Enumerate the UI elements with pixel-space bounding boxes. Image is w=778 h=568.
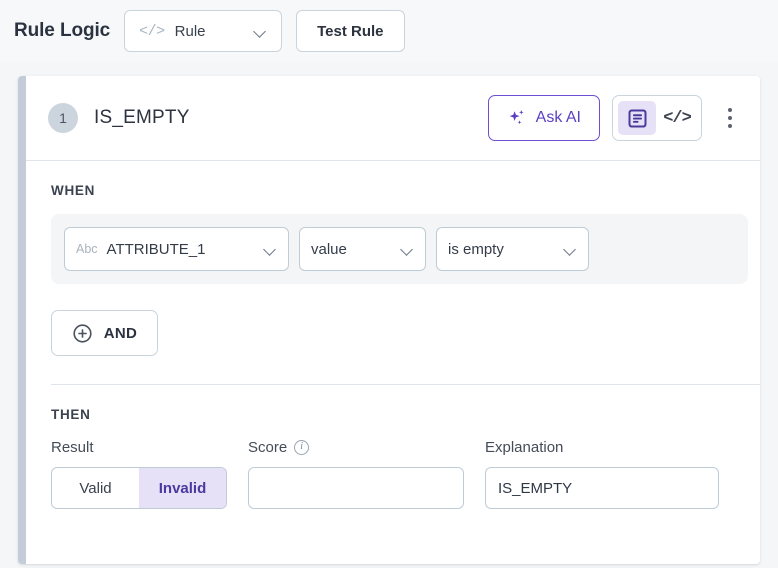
kebab-dot bbox=[728, 108, 732, 112]
when-label: WHEN bbox=[51, 183, 730, 198]
result-segmented-control: Valid Invalid bbox=[51, 467, 227, 509]
explanation-label: Explanation bbox=[485, 438, 719, 456]
rule-type-select[interactable]: </> Rule bbox=[124, 10, 282, 52]
kebab-menu-icon[interactable] bbox=[714, 98, 746, 138]
condition-attribute-select[interactable]: Abc ATTRIBUTE_1 bbox=[64, 227, 289, 271]
rule-card-accent-bar bbox=[18, 76, 26, 564]
ask-ai-button[interactable]: Ask AI bbox=[488, 95, 600, 141]
then-fields-grid: Result Valid Invalid Score i Explanation bbox=[51, 438, 730, 509]
condition-property-value: value bbox=[311, 241, 392, 258]
kebab-dot bbox=[728, 116, 732, 120]
test-rule-button[interactable]: Test Rule bbox=[296, 10, 404, 52]
rule-step-badge: 1 bbox=[48, 103, 78, 133]
rule-type-select-value: Rule bbox=[175, 23, 244, 40]
score-label: Score i bbox=[248, 438, 464, 456]
chevron-down-icon bbox=[564, 245, 577, 253]
code-icon: </> bbox=[663, 109, 691, 128]
code-icon: </> bbox=[139, 23, 165, 40]
rule-name: IS_EMPTY bbox=[94, 107, 190, 129]
score-field-group: Score i bbox=[248, 438, 464, 509]
chevron-down-icon bbox=[254, 27, 267, 35]
rule-card: 1 IS_EMPTY Ask AI bbox=[18, 76, 760, 564]
view-mode-toggle-group: </> bbox=[612, 95, 702, 141]
info-icon[interactable]: i bbox=[294, 440, 309, 455]
page-title: Rule Logic bbox=[14, 20, 110, 42]
code-view-toggle[interactable]: </> bbox=[658, 101, 696, 135]
explanation-field-group: Explanation bbox=[485, 438, 719, 509]
form-view-toggle[interactable] bbox=[618, 101, 656, 135]
score-input[interactable] bbox=[248, 467, 464, 509]
then-section: THEN Result Valid Invalid Score i Explan… bbox=[18, 385, 760, 535]
when-section: WHEN Abc ATTRIBUTE_1 value is empty bbox=[18, 161, 760, 384]
condition-property-select[interactable]: value bbox=[299, 227, 426, 271]
condition-operator-select[interactable]: is empty bbox=[436, 227, 589, 271]
rule-logic-toolbar: Rule Logic </> Rule Test Rule bbox=[0, 0, 778, 62]
condition-attribute-value: ATTRIBUTE_1 bbox=[107, 241, 255, 258]
kebab-dot bbox=[728, 124, 732, 128]
form-view-icon bbox=[627, 108, 648, 129]
sparkle-icon bbox=[507, 108, 527, 128]
score-label-text: Score bbox=[248, 439, 287, 456]
chevron-down-icon bbox=[401, 245, 414, 253]
result-option-valid[interactable]: Valid bbox=[52, 468, 139, 508]
condition-row: Abc ATTRIBUTE_1 value is empty bbox=[51, 214, 748, 284]
condition-operator-value: is empty bbox=[448, 241, 555, 258]
result-field-group: Result Valid Invalid bbox=[51, 438, 227, 509]
rule-card-header: 1 IS_EMPTY Ask AI bbox=[18, 76, 760, 161]
rule-card-wrapper: 1 IS_EMPTY Ask AI bbox=[18, 76, 760, 564]
then-label: THEN bbox=[51, 407, 730, 422]
add-and-condition-button[interactable]: AND bbox=[51, 310, 158, 356]
chevron-down-icon bbox=[264, 245, 277, 253]
add-and-condition-label: AND bbox=[104, 325, 137, 342]
explanation-input[interactable] bbox=[485, 467, 719, 509]
result-option-invalid[interactable]: Invalid bbox=[139, 468, 226, 508]
result-label: Result bbox=[51, 438, 227, 456]
plus-circle-icon bbox=[72, 323, 93, 344]
attribute-type-icon: Abc bbox=[76, 242, 98, 256]
rule-header-actions: Ask AI </> bbox=[488, 95, 746, 141]
ask-ai-label: Ask AI bbox=[536, 109, 581, 127]
